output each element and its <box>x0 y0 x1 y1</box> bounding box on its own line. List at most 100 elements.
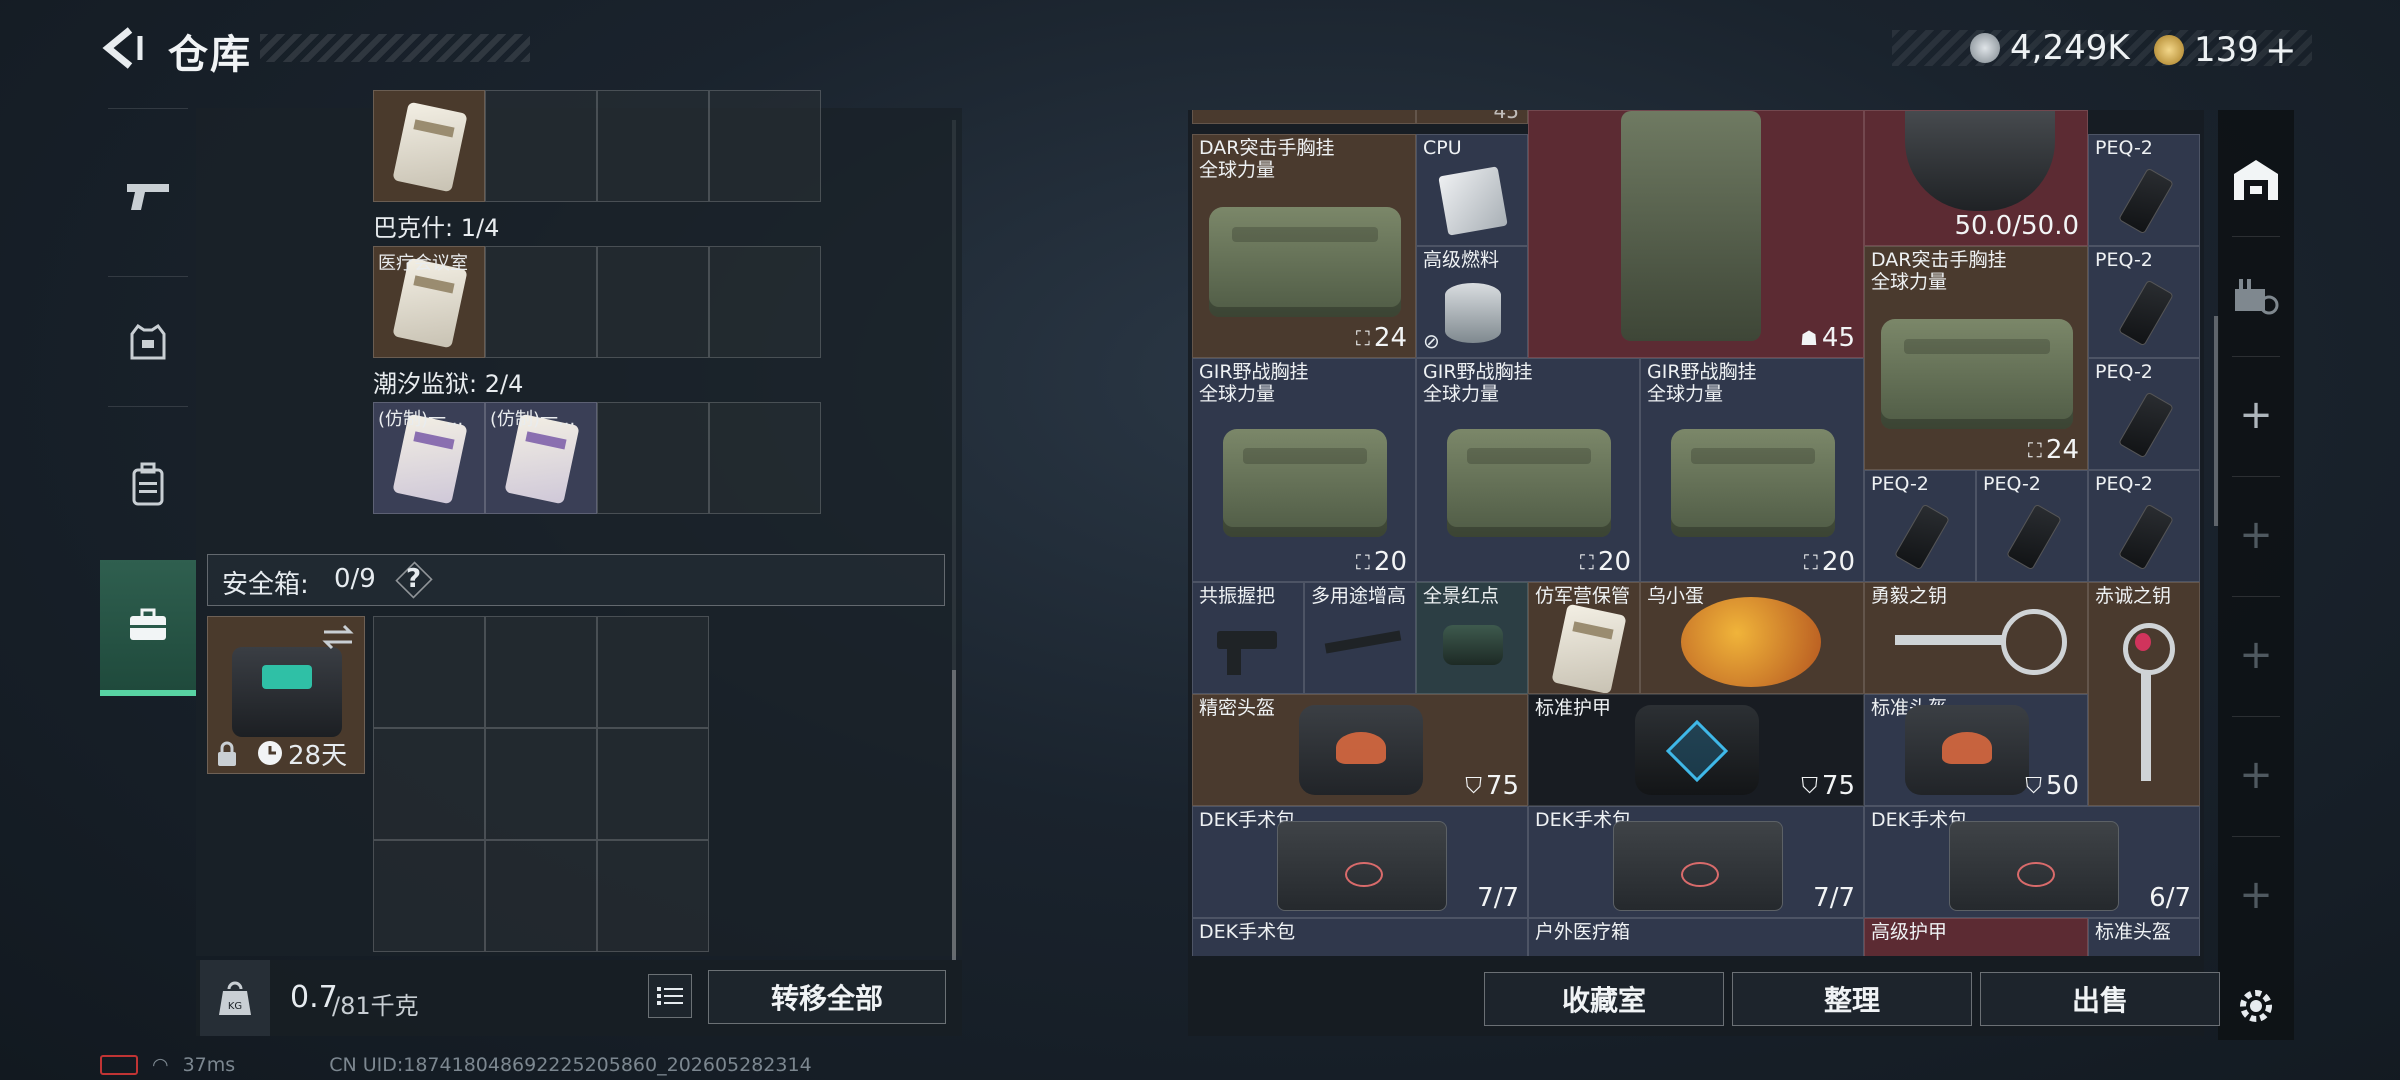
empty-slot[interactable] <box>709 90 821 202</box>
rail-add-button[interactable]: + <box>2218 720 2294 830</box>
egg-figure-image <box>1681 597 1821 687</box>
settings-button[interactable] <box>2218 976 2294 1036</box>
safe-slot[interactable] <box>373 840 485 952</box>
item-cell-backpack[interactable]: ☗ 45 <box>1528 110 1864 358</box>
item-cell-peq[interactable]: PEQ-2 <box>1976 470 2088 582</box>
rail-warehouse-button[interactable] <box>2218 124 2294 234</box>
holo-sight-image <box>1443 625 1503 665</box>
safe-slot[interactable] <box>485 616 597 728</box>
item-cell-surgery-kit[interactable]: DEK手术包 7/7 <box>1528 806 1864 918</box>
item-cell-surgery-kit[interactable]: DEK手术包 7/7 <box>1192 806 1528 918</box>
item-cell-peq[interactable]: PEQ-2 <box>2088 246 2200 358</box>
item-cell-key[interactable]: 赤诚之钥 <box>2088 582 2200 806</box>
item-name: PEQ-2 <box>2095 249 2153 271</box>
helmet-case-image <box>1299 705 1423 795</box>
item-cell-riser[interactable]: 多用途增高 <box>1304 582 1416 694</box>
chest-rig-image <box>1671 429 1835 537</box>
swap-icon[interactable] <box>320 623 356 651</box>
keycard-slot[interactable]: (仿制)一... <box>485 402 597 514</box>
nav-backpack[interactable] <box>100 424 196 544</box>
keycard-slot[interactable]: 医疗会议室 <box>373 246 485 358</box>
organize-button[interactable]: 整理 <box>1732 972 1972 1026</box>
item-cell-tube[interactable]: 仿军营保管 <box>1528 582 1640 694</box>
item-name: GIR野战胸挂 <box>1199 361 1309 383</box>
item-cell-helmet[interactable]: 50.0/50.0 <box>1864 110 2088 246</box>
sell-button[interactable]: 出售 <box>1980 972 2220 1026</box>
item-cell-dar-vest[interactable]: DAR突击手胸挂 全球力量 ⛶ 24 <box>1864 246 2088 470</box>
back-arrow-icon <box>102 27 143 69</box>
item-cell[interactable]: 45 <box>1416 110 1528 124</box>
item-cell-helmet-case[interactable]: 精密头盔 ⛉ 75 <box>1192 694 1528 806</box>
item-cell-fuel[interactable]: 高级燃料 ⊘ <box>1416 246 1528 358</box>
gold-currency[interactable]: 139 + <box>2154 28 2297 72</box>
no-entry-icon: ⊘ <box>1423 329 1440 353</box>
item-cell-surgery-kit[interactable]: DEK手术包 6/7 <box>1864 806 2200 918</box>
empty-slot[interactable] <box>709 246 821 358</box>
rail-workshop-button[interactable] <box>2218 240 2294 350</box>
rail-add-button[interactable]: + <box>2218 360 2294 470</box>
item-cell-holo-sight[interactable]: 全景红点 <box>1416 582 1528 694</box>
cpu-chip-image <box>1438 166 1508 236</box>
peq-laser-image <box>2118 167 2174 235</box>
rail-add-button[interactable]: + <box>2218 480 2294 590</box>
empty-slot[interactable] <box>485 246 597 358</box>
gear-icon <box>2240 990 2272 1022</box>
safe-slot[interactable] <box>485 728 597 840</box>
safe-slot[interactable] <box>373 616 485 728</box>
nav-safe-box[interactable] <box>100 560 196 696</box>
item-name: 赤诚之钥 <box>2095 585 2172 607</box>
nav-equipment[interactable] <box>100 282 196 402</box>
item-cell-gir-vest[interactable]: GIR野战胸挂 全球力量 ⛶ 20 <box>1640 358 1864 582</box>
item-capacity: ⛶ 24 <box>2027 435 2079 465</box>
left-scrollbar[interactable] <box>952 670 956 960</box>
item-cell-peq[interactable]: PEQ-2 <box>2088 134 2200 246</box>
add-gold-button[interactable]: + <box>2265 28 2297 72</box>
item-cell-peq[interactable]: PEQ-2 <box>2088 358 2200 470</box>
item-name: 精密头盔 <box>1199 697 1276 719</box>
safe-slot[interactable] <box>597 840 709 952</box>
transfer-all-button[interactable]: 转移全部 <box>708 970 946 1024</box>
item-cell[interactable]: 标准头盔 <box>2088 918 2200 956</box>
keycard-slot[interactable]: (仿制)一... <box>373 402 485 514</box>
item-cell[interactable] <box>1192 110 1416 124</box>
item-cell-egg[interactable]: 乌小蛋 <box>1640 582 1864 694</box>
item-name: 高级燃料 <box>1423 249 1500 271</box>
item-cell[interactable]: 户外医疗箱 <box>1528 918 1864 956</box>
back-button[interactable] <box>100 24 148 72</box>
item-cell-peq[interactable]: PEQ-2 <box>1864 470 1976 582</box>
empty-slot[interactable] <box>597 246 709 358</box>
item-subtitle: 全球力量 <box>1871 271 1948 293</box>
rail-add-button[interactable]: + <box>2218 600 2294 710</box>
item-cell-key[interactable]: 勇毅之钥 <box>1864 582 2088 694</box>
safe-slot[interactable] <box>597 616 709 728</box>
nav-weapons[interactable] <box>100 136 196 256</box>
item-uses: 7/7 <box>1813 883 1855 913</box>
collection-room-button[interactable]: 收藏室 <box>1484 972 1724 1026</box>
item-cell-peq[interactable]: PEQ-2 <box>2088 470 2200 582</box>
item-cell-dar-vest[interactable]: DAR突击手胸挂 全球力量 ⛶ 24 <box>1192 134 1416 358</box>
keycard-slot[interactable] <box>373 90 485 202</box>
clock-icon <box>258 741 282 765</box>
item-cell-helmet-case[interactable]: 标准头盔 ⛉ 50 <box>1864 694 2088 806</box>
item-name: 标准护甲 <box>1535 697 1612 719</box>
item-cell[interactable]: 高级护甲 <box>1864 918 2088 956</box>
item-cell[interactable]: DEK手术包 <box>1192 918 1528 956</box>
help-button[interactable]: ? <box>406 564 421 594</box>
empty-slot[interactable] <box>597 90 709 202</box>
rail-add-button[interactable]: + <box>2218 840 2294 950</box>
plus-icon: + <box>2239 632 2273 678</box>
empty-slot[interactable] <box>597 402 709 514</box>
item-cell-gir-vest[interactable]: GIR野战胸挂 全球力量 ⛶ 20 <box>1192 358 1416 582</box>
document-image <box>1551 603 1627 693</box>
item-cell-grip[interactable]: 共振握把 <box>1192 582 1304 694</box>
safe-slot[interactable] <box>485 840 597 952</box>
list-view-button[interactable] <box>648 974 692 1018</box>
item-cell-cpu[interactable]: CPU <box>1416 134 1528 246</box>
safe-slot[interactable] <box>597 728 709 840</box>
safe-box-item[interactable]: 28天 <box>207 616 365 774</box>
empty-slot[interactable] <box>485 90 597 202</box>
safe-slot[interactable] <box>373 728 485 840</box>
empty-slot[interactable] <box>709 402 821 514</box>
item-cell-armor[interactable]: 标准护甲 ⛉ 75 <box>1528 694 1864 806</box>
item-cell-gir-vest[interactable]: GIR野战胸挂 全球力量 ⛶ 20 <box>1416 358 1640 582</box>
